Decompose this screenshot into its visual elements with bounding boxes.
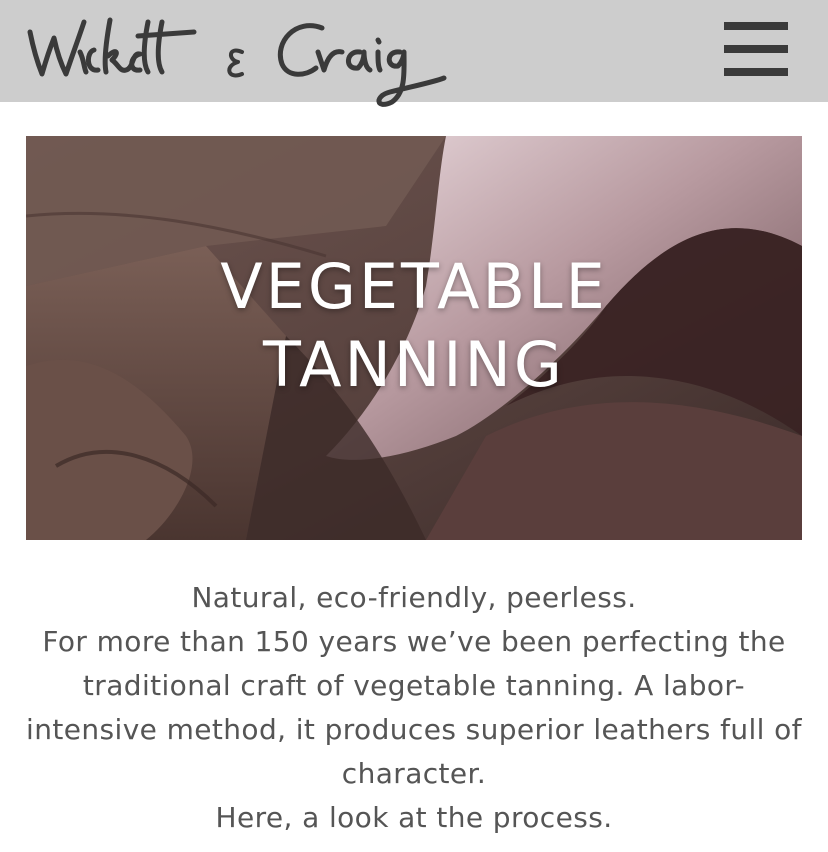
intro-paragraph: For more than 150 years we’ve been perfe… — [26, 625, 802, 790]
wickett-craig-logo[interactable] — [24, 12, 454, 112]
hero-banner: VEGETABLE TANNING — [26, 136, 802, 540]
closing-line: Here, a look at the process. — [215, 801, 613, 834]
title-line-1: VEGETABLE — [220, 250, 608, 323]
intro-text: Natural, eco-friendly, peerless. For mor… — [20, 576, 808, 840]
tagline: Natural, eco-friendly, peerless. — [191, 581, 637, 614]
page-title: VEGETABLE TANNING — [26, 248, 802, 404]
hamburger-menu-icon[interactable] — [722, 22, 790, 76]
title-line-2: TANNING — [263, 328, 565, 401]
site-header — [0, 0, 828, 107]
